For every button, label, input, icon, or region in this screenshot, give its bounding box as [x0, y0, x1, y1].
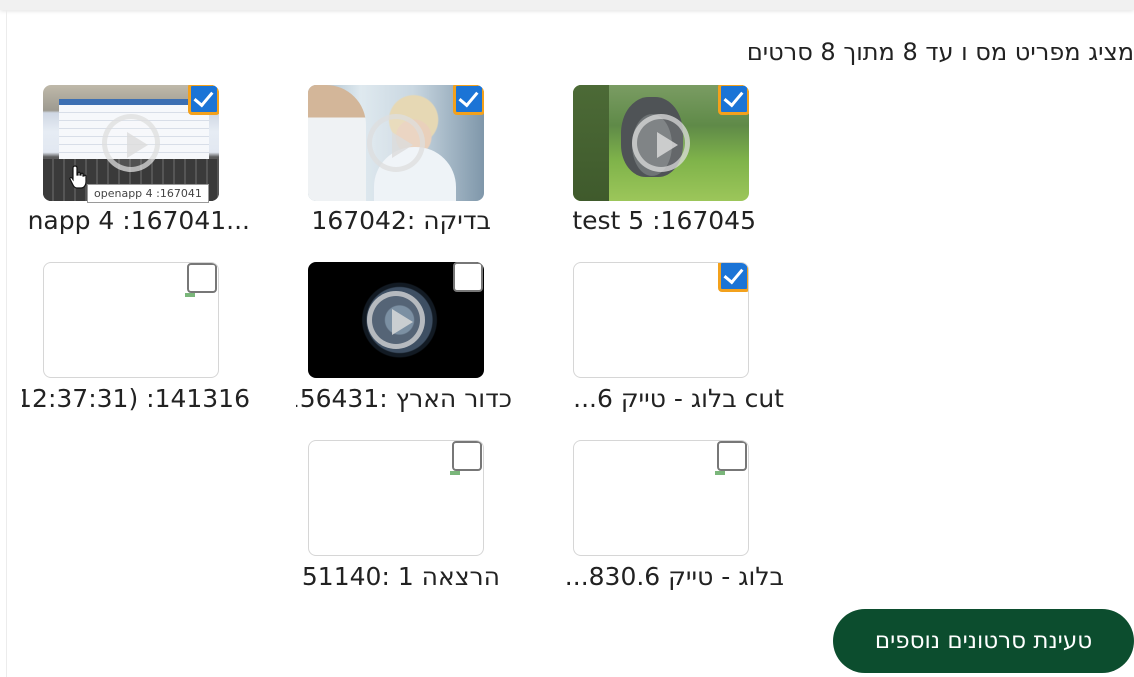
video-title[interactable]: cut בלוג - טייק 6...	[560, 384, 784, 413]
checkbox-checked-icon[interactable]	[188, 85, 219, 115]
tooltip: openapp 4 :167041	[87, 184, 209, 203]
checkbox-checked-icon[interactable]	[718, 85, 749, 115]
checkbox-unchecked-icon[interactable]	[715, 441, 747, 475]
play-icon	[367, 114, 425, 172]
video-tile[interactable]	[308, 85, 484, 201]
checkbox-unchecked-icon[interactable]	[450, 441, 482, 475]
results-count-text: מציג מפריט מס ו עד 8 מתוך 8 סרטים	[746, 38, 1134, 66]
video-tile[interactable]	[308, 262, 484, 378]
checkbox-checked-icon[interactable]	[453, 85, 484, 115]
load-more-button[interactable]: טעינת סרטונים נוספים	[833, 609, 1134, 673]
video-title[interactable]: כדור הארץ :156431	[296, 384, 512, 413]
video-tile[interactable]	[43, 262, 219, 378]
video-tile[interactable]	[308, 440, 484, 556]
video-title[interactable]: בלוג - טייק 830.6...	[558, 562, 784, 591]
left-divider	[6, 10, 7, 677]
video-title[interactable]: 141316: (12:37:31 ...	[22, 384, 250, 413]
play-icon	[367, 291, 425, 349]
checkbox-unchecked-icon[interactable]	[453, 262, 483, 292]
video-title[interactable]: בדיקה :167042	[291, 206, 491, 235]
hand-pointer-cursor-icon	[69, 165, 87, 189]
video-title[interactable]: test 5 :167045	[556, 206, 756, 235]
video-tile[interactable]	[573, 262, 749, 378]
video-tile[interactable]	[573, 440, 749, 556]
checkbox-unchecked-icon[interactable]	[185, 263, 217, 297]
play-icon	[632, 114, 690, 172]
video-tile[interactable]	[573, 85, 749, 201]
video-title[interactable]: הרצאה 1 :51140	[300, 562, 500, 591]
checkbox-checked-icon[interactable]	[718, 263, 748, 292]
play-icon	[102, 114, 160, 172]
video-title[interactable]: ...enapp 4 :167041	[28, 206, 250, 235]
top-bar	[0, 0, 1134, 10]
